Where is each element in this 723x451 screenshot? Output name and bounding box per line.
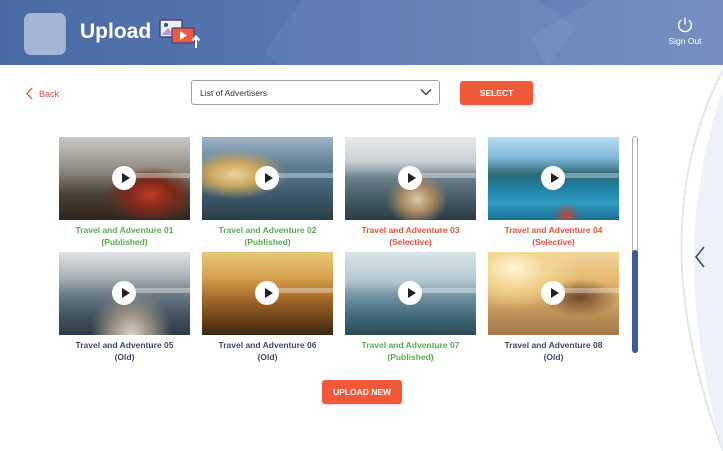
video-card[interactable]: Travel and Adventure 03 (Selective) xyxy=(345,137,476,248)
video-thumbnail xyxy=(345,137,476,220)
play-icon[interactable] xyxy=(255,166,279,190)
back-button[interactable]: Back xyxy=(26,87,59,100)
video-card[interactable]: Travel and Adventure 04 (Selective) xyxy=(488,137,619,248)
video-thumbnail xyxy=(202,137,333,220)
logo-placeholder xyxy=(24,13,66,55)
play-icon[interactable] xyxy=(112,166,136,190)
back-label: Back xyxy=(39,88,60,99)
sign-out-button[interactable]: Sign Out xyxy=(662,16,708,46)
select-button[interactable]: SELECT xyxy=(460,81,533,105)
play-icon[interactable] xyxy=(112,281,136,305)
video-card[interactable]: Travel and Adventure 05 (Old) xyxy=(59,252,190,363)
video-title: Travel and Adventure 05 xyxy=(75,340,174,350)
video-card[interactable]: Travel and Adventure 02 (Published) xyxy=(202,137,333,248)
video-card[interactable]: Travel and Adventure 06 (Old) xyxy=(202,252,333,363)
video-status: (Old) xyxy=(543,352,564,362)
play-icon[interactable] xyxy=(541,166,565,190)
video-card[interactable]: Travel and Adventure 08 (Old) xyxy=(488,252,619,363)
media-upload-icon xyxy=(159,19,201,48)
video-status: (Selective) xyxy=(532,237,575,247)
video-title: Travel and Adventure 04 xyxy=(504,225,603,235)
page-title: Upload xyxy=(80,20,152,43)
dropdown-value: List of Advertisers xyxy=(200,87,268,98)
video-thumbnail xyxy=(488,252,619,335)
video-status: (Published) xyxy=(244,237,291,247)
play-icon[interactable] xyxy=(398,166,422,190)
chevron-down-icon xyxy=(420,89,432,96)
video-thumbnail xyxy=(59,137,190,220)
video-title: Travel and Adventure 06 xyxy=(218,340,317,350)
video-thumbnail xyxy=(345,252,476,335)
video-title: Travel and Adventure 02 xyxy=(218,225,317,235)
video-status: (Selective) xyxy=(389,237,432,247)
video-title: Travel and Adventure 07 xyxy=(361,340,460,350)
play-icon[interactable] xyxy=(255,281,279,305)
video-card[interactable]: Travel and Adventure 01 (Published) xyxy=(59,137,190,248)
upload-new-button[interactable]: UPLOAD NEW xyxy=(322,380,402,404)
video-status: (Old) xyxy=(114,352,135,362)
advertiser-dropdown[interactable]: List of Advertisers xyxy=(191,80,440,105)
play-icon[interactable] xyxy=(541,281,565,305)
chevron-left-icon[interactable] xyxy=(692,245,708,269)
power-icon xyxy=(678,17,692,33)
video-status: (Old) xyxy=(257,352,278,362)
video-title: Travel and Adventure 01 xyxy=(75,225,174,235)
play-icon[interactable] xyxy=(398,281,422,305)
scrollbar-thumb[interactable] xyxy=(632,250,638,353)
video-thumbnail xyxy=(202,252,333,335)
video-title: Travel and Adventure 03 xyxy=(361,225,460,235)
video-title: Travel and Adventure 08 xyxy=(504,340,603,350)
video-card[interactable]: Travel and Adventure 07 (Published) xyxy=(345,252,476,363)
chevron-left-icon xyxy=(26,87,33,100)
video-status: (Published) xyxy=(387,352,434,362)
video-thumbnail xyxy=(59,252,190,335)
header-bar: Upload Sign Out xyxy=(0,0,723,65)
sign-out-label: Sign Out xyxy=(668,36,702,46)
video-thumbnail xyxy=(488,137,619,220)
video-status: (Published) xyxy=(101,237,148,247)
